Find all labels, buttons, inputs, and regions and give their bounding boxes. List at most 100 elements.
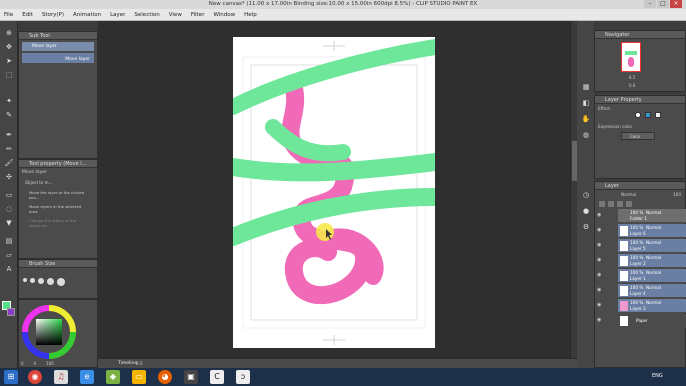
operation-icon[interactable]: ➤	[4, 57, 14, 65]
eye-icon[interactable]: ◉	[597, 287, 605, 295]
explorer-icon[interactable]: e	[80, 370, 94, 384]
value-value: 100	[46, 361, 54, 366]
chrome-icon[interactable]: ◉	[28, 370, 42, 384]
eye-icon[interactable]: ◉	[597, 212, 605, 220]
canvas-drawing[interactable]	[224, 37, 444, 348]
option-change-status[interactable]: Change the status of the object to...	[19, 216, 97, 230]
menu-edit[interactable]: Edit	[22, 12, 33, 18]
start-icon[interactable]: ⊞	[4, 370, 18, 384]
minimize-button[interactable]: –	[644, 0, 656, 8]
layer-name: Layer 4	[630, 291, 646, 296]
grid-icon[interactable]: ▦	[581, 83, 591, 91]
eye-icon[interactable]: ◉	[597, 272, 605, 280]
sphere-icon[interactable]: ●	[581, 207, 591, 215]
layer-name: Folder 1	[630, 216, 647, 221]
hsv-readout: 0 0 100	[21, 361, 54, 366]
layer-row[interactable]: 100 % Normal Folder 1	[618, 209, 686, 223]
layer-row[interactable]: 100 % Normal Layer 2	[618, 254, 686, 268]
eraser-icon[interactable]: ▭	[4, 191, 14, 199]
subtool-move-layer[interactable]: Move layer	[22, 53, 94, 63]
airbrush-icon[interactable]: ✣	[4, 173, 14, 181]
figure-icon[interactable]: ▱	[4, 251, 14, 259]
menu-bar: File Edit Story(P) Animation Layer Selec…	[0, 9, 686, 21]
gradient-icon[interactable]: ▤	[4, 237, 14, 245]
folder-icon[interactable]: ▭	[132, 370, 146, 384]
android-icon[interactable]: ◆	[106, 370, 120, 384]
blend-icon[interactable]: ◌	[4, 205, 14, 213]
eyedropper-icon[interactable]: ✎	[4, 111, 14, 119]
maximize-button[interactable]: □	[657, 0, 669, 8]
new-layer-icon[interactable]	[599, 201, 605, 207]
brush-size-option[interactable]	[23, 278, 27, 282]
settings-icon[interactable]: ⚙	[581, 223, 591, 231]
layer-property-header: Layer Property	[595, 96, 685, 104]
color-wheel[interactable]	[19, 302, 97, 362]
selection-icon[interactable]: ⬚	[4, 71, 14, 79]
sub-color-swatch[interactable]	[7, 308, 15, 316]
subtool-move-layer-tab[interactable]: Move layer	[22, 42, 94, 51]
timeline-tab[interactable]: Timeline	[118, 361, 137, 366]
layer-row[interactable]: 100 % Normal Layer 5	[618, 239, 686, 253]
border-effect-icon[interactable]	[635, 112, 641, 118]
brush-size-option[interactable]	[47, 278, 54, 285]
layer-opacity-label: 100 %	[630, 225, 644, 230]
auto-select-icon[interactable]: ✦	[4, 97, 14, 105]
fill-icon[interactable]: ▼	[4, 219, 14, 227]
new-folder-icon[interactable]	[617, 201, 623, 207]
blend-mode-select[interactable]: Normal	[621, 192, 636, 197]
delete-layer-icon[interactable]	[626, 201, 632, 207]
clip-studio-icon[interactable]: C	[210, 370, 224, 384]
menu-selection[interactable]: Selection	[134, 12, 159, 18]
zoom-icon[interactable]: ⊕	[4, 29, 14, 37]
menu-filter[interactable]: Filter	[191, 12, 205, 18]
menu-file[interactable]: File	[4, 12, 13, 18]
clip-studio-icon[interactable]: ↄ	[236, 370, 250, 384]
layer-row[interactable]: 100 % Normal Layer 3	[618, 299, 686, 313]
layer-color-icon[interactable]	[655, 112, 661, 118]
hand-icon[interactable]: ✋	[581, 115, 591, 123]
menu-story[interactable]: Story(P)	[42, 12, 64, 18]
firefox-icon[interactable]: ◕	[158, 370, 172, 384]
tone-effect-icon[interactable]	[645, 112, 651, 118]
brush-size-option[interactable]	[38, 278, 44, 284]
layer-row[interactable]: 100 % Normal Layer 4	[618, 284, 686, 298]
menu-view[interactable]: View	[169, 12, 182, 18]
language-indicator[interactable]: ENG	[652, 373, 663, 379]
brush-size-option[interactable]	[57, 278, 65, 286]
eye-icon[interactable]: ◉	[597, 317, 605, 325]
eye-icon[interactable]: ◉	[597, 257, 605, 265]
brush-size-header: Brush Size	[19, 260, 97, 268]
history-icon[interactable]: ◷	[581, 191, 591, 199]
search-icon[interactable]: ◍	[581, 131, 591, 139]
app-icon[interactable]: ▣	[184, 370, 198, 384]
layer-opacity[interactable]: 100	[673, 192, 681, 197]
expression-color-select[interactable]: Color	[621, 132, 655, 140]
itunes-icon[interactable]: ♫	[54, 370, 68, 384]
eye-icon[interactable]: ◉	[597, 242, 605, 250]
navigator-preview[interactable]	[621, 42, 641, 72]
layer-mode-label: Normal	[646, 300, 662, 305]
move-icon[interactable]: ✥	[4, 43, 14, 51]
option-move-clicked[interactable]: Move the layer at the clicked pos...	[19, 188, 97, 202]
menu-animation[interactable]: Animation	[73, 12, 101, 18]
menu-help[interactable]: Help	[244, 12, 257, 18]
layer-thumbnail	[620, 286, 628, 296]
material-icon[interactable]: ◧	[581, 99, 591, 107]
canvas-paper[interactable]	[224, 37, 444, 348]
layer-row[interactable]: 100 % Normal Layer 1	[618, 269, 686, 283]
layer-row[interactable]: 100 % Normal Layer 6	[618, 224, 686, 238]
close-button[interactable]: ×	[670, 0, 682, 8]
pen-icon[interactable]: ✒	[4, 131, 14, 139]
layer-row[interactable]: Paper	[618, 314, 686, 328]
brush-icon[interactable]: 🖌	[4, 159, 14, 167]
brush-size-option[interactable]	[30, 278, 35, 283]
menu-layer[interactable]: Layer	[110, 12, 125, 18]
eye-icon[interactable]: ◉	[597, 227, 605, 235]
canvas-vertical-scrollbar[interactable]	[570, 21, 577, 358]
menu-window[interactable]: Window	[213, 12, 235, 18]
eye-icon[interactable]: ◉	[597, 302, 605, 310]
option-move-selected[interactable]: Move layers in the selected area	[19, 202, 97, 216]
pencil-icon[interactable]: ✏	[4, 145, 14, 153]
new-vector-icon[interactable]	[608, 201, 614, 207]
text-icon[interactable]: A	[4, 265, 14, 273]
